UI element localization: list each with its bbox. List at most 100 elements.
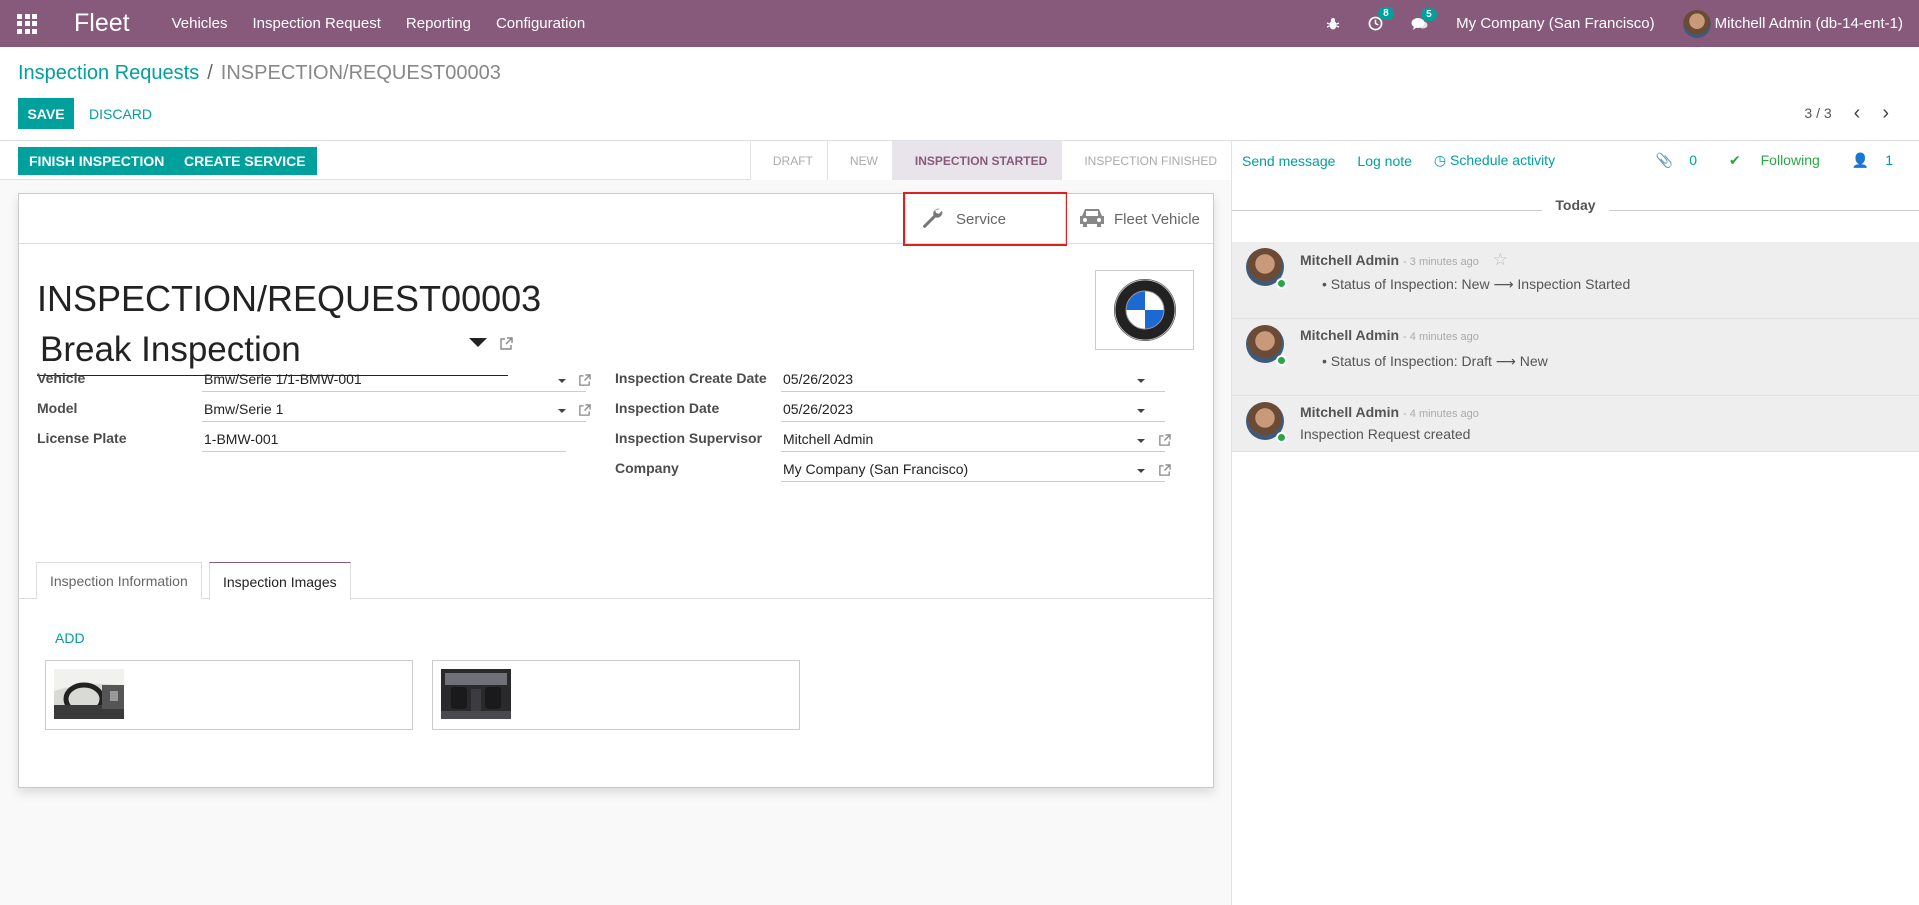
- pager-value[interactable]: 3 / 3: [1804, 105, 1831, 121]
- messaging-comments-icon[interactable]: 5: [1411, 7, 1437, 31]
- discard-button[interactable]: DISCARD: [89, 98, 152, 129]
- stage-inspection-finished[interactable]: INSPECTION FINISHED: [1061, 141, 1231, 180]
- inspection-date-field[interactable]: 05/26/2023: [781, 398, 1165, 422]
- vehicle-external-link-icon[interactable]: [578, 374, 591, 391]
- paperclip-icon: 📎: [1655, 152, 1674, 168]
- chatter-message[interactable]: Mitchell Admin - 4 minutes ago Inspection…: [1232, 396, 1919, 452]
- breadcrumb-current: INSPECTION/REQUEST00003: [220, 62, 501, 84]
- attachments-count: 0: [1689, 152, 1697, 168]
- license-plate-label: License Plate: [37, 430, 127, 446]
- company-external-link-icon[interactable]: [1158, 464, 1171, 481]
- inspection-image-thumbnail: [441, 669, 511, 719]
- menu-vehicles[interactable]: Vehicles: [172, 15, 228, 32]
- user-name: Mitchell Admin (db-14-ent-1): [1714, 15, 1903, 32]
- online-status-dot: [1276, 355, 1287, 366]
- car-icon: [1078, 206, 1106, 232]
- model-external-link-icon[interactable]: [578, 404, 591, 421]
- pager-previous-icon[interactable]: ‹: [1854, 103, 1861, 123]
- company-field[interactable]: My Company (San Francisco): [781, 458, 1165, 482]
- chatter-topbar: Send message Log note ◷ Schedule activit…: [1232, 141, 1919, 180]
- message-tracking-value: • Status of Inspection: New ⟶ Inspection…: [1322, 276, 1631, 292]
- vehicle-field[interactable]: Bmw/Serie 1/1-BMW-001: [202, 368, 586, 392]
- create-service-button[interactable]: CREATE SERVICE: [173, 147, 317, 175]
- breadcrumb-separator: /: [207, 62, 213, 84]
- pager-next-icon[interactable]: ›: [1882, 103, 1889, 123]
- log-note-button[interactable]: Log note: [1357, 153, 1412, 169]
- message-body: Inspection Request created: [1300, 426, 1471, 442]
- notebook-tabs: Inspection Information Inspection Images: [19, 562, 1213, 600]
- message-author[interactable]: Mitchell Admin - 3 minutes ago ☆: [1300, 250, 1508, 270]
- inspection-type-external-link-icon[interactable]: [499, 337, 513, 355]
- form-sheet: Service Fleet Vehicle INSPECTION/REQUEST…: [18, 192, 1214, 788]
- inspection-date-dropdown-icon[interactable]: [1137, 409, 1145, 413]
- user-menu[interactable]: Mitchell Admin (db-14-ent-1): [1682, 9, 1903, 38]
- chatter-message[interactable]: Mitchell Admin - 4 minutes ago • Status o…: [1232, 319, 1919, 396]
- inspection-supervisor-label: Inspection Supervisor: [615, 430, 763, 446]
- chatter-panel: Send message Log note ◷ Schedule activit…: [1232, 141, 1919, 905]
- debug-bug-icon[interactable]: [1326, 17, 1340, 31]
- fleet-vehicle-smart-button[interactable]: Fleet Vehicle: [1065, 194, 1213, 244]
- following-label: Following: [1760, 152, 1820, 168]
- attachments-button[interactable]: 📎 0: [1656, 152, 1713, 169]
- star-icon[interactable]: ☆: [1493, 250, 1508, 269]
- record-title[interactable]: INSPECTION/REQUEST00003: [37, 278, 541, 320]
- message-author[interactable]: Mitchell Admin - 4 minutes ago: [1300, 404, 1479, 420]
- tab-inspection-information[interactable]: Inspection Information: [36, 562, 202, 599]
- company-switcher[interactable]: My Company (San Francisco): [1456, 15, 1654, 32]
- inspection-image-card[interactable]: [45, 660, 413, 730]
- message-tracking-value: • Status of Inspection: Draft ⟶ New: [1322, 353, 1548, 369]
- inspection-create-date-field[interactable]: 05/26/2023: [781, 368, 1165, 392]
- smart-button-box: Service Fleet Vehicle: [19, 192, 1213, 246]
- menu-inspection-request[interactable]: Inspection Request: [252, 15, 380, 32]
- inspection-type-dropdown-icon[interactable]: [469, 338, 487, 347]
- form-statusbar: FINISH INSPECTION CREATE SERVICE DRAFT N…: [0, 141, 1231, 180]
- online-status-dot: [1276, 432, 1287, 443]
- app-brand[interactable]: Fleet: [74, 9, 130, 38]
- online-status-dot: [1276, 278, 1287, 289]
- model-dropdown-icon[interactable]: [558, 409, 566, 413]
- inspection-create-date-label: Inspection Create Date: [615, 370, 767, 386]
- finish-inspection-button[interactable]: FINISH INSPECTION: [18, 147, 176, 175]
- status-stages: DRAFT NEW INSPECTION STARTED INSPECTION …: [749, 141, 1231, 180]
- tab-inspection-images[interactable]: Inspection Images: [209, 562, 351, 600]
- license-plate-field[interactable]: 1-BMW-001: [202, 428, 566, 452]
- activity-clock-icon[interactable]: 8: [1368, 7, 1394, 31]
- stage-inspection-started[interactable]: INSPECTION STARTED: [891, 141, 1062, 180]
- schedule-activity-label: Schedule activity: [1450, 152, 1556, 168]
- model-field[interactable]: Bmw/Serie 1: [202, 398, 586, 422]
- pager: 3 / 3 ‹ ›: [1804, 103, 1889, 123]
- apps-menu-icon[interactable]: [0, 0, 54, 47]
- send-message-button[interactable]: Send message: [1242, 153, 1335, 169]
- followers-count: 1: [1885, 152, 1893, 168]
- vehicle-label: Vehicle: [37, 370, 86, 386]
- add-image-link[interactable]: ADD: [55, 630, 85, 646]
- menu-configuration[interactable]: Configuration: [496, 15, 585, 32]
- inspection-supervisor-dropdown-icon[interactable]: [1137, 439, 1145, 443]
- inspection-image-card[interactable]: [432, 660, 800, 730]
- stage-draft[interactable]: DRAFT: [749, 141, 827, 180]
- save-button[interactable]: SAVE: [18, 98, 74, 129]
- inspection-supervisor-field[interactable]: Mitchell Admin: [781, 428, 1165, 452]
- vehicle-brand-logo[interactable]: [1095, 270, 1194, 350]
- inspection-image-thumbnail: [54, 669, 124, 719]
- message-author[interactable]: Mitchell Admin - 4 minutes ago: [1300, 327, 1479, 343]
- chatter-message[interactable]: Mitchell Admin - 3 minutes ago ☆ • Status…: [1232, 242, 1919, 319]
- menu-reporting[interactable]: Reporting: [406, 15, 471, 32]
- fleet-vehicle-label: Fleet Vehicle: [1114, 210, 1200, 228]
- service-label: Service: [956, 210, 1007, 228]
- top-navbar: Fleet Vehicles Inspection Request Report…: [0, 0, 1919, 47]
- inspection-create-date-dropdown-icon[interactable]: [1137, 379, 1145, 383]
- stage-new[interactable]: NEW: [826, 141, 892, 180]
- breadcrumb-parent-link[interactable]: Inspection Requests: [18, 62, 199, 84]
- message-time: - 3 minutes ago: [1403, 256, 1479, 268]
- inspection-supervisor-external-link-icon[interactable]: [1158, 434, 1171, 451]
- service-smart-button[interactable]: Service: [903, 192, 1067, 246]
- company-dropdown-icon[interactable]: [1137, 469, 1145, 473]
- activity-count-badge: 8: [1378, 7, 1394, 20]
- followers-button[interactable]: 👤 1: [1852, 152, 1909, 169]
- breadcrumb: Inspection Requests / INSPECTION/REQUEST00…: [18, 62, 501, 85]
- vehicle-dropdown-icon[interactable]: [558, 379, 566, 383]
- following-button[interactable]: ✔ Following: [1729, 152, 1836, 169]
- schedule-activity-button[interactable]: ◷ Schedule activity: [1434, 152, 1555, 169]
- message-time: - 4 minutes ago: [1403, 331, 1479, 343]
